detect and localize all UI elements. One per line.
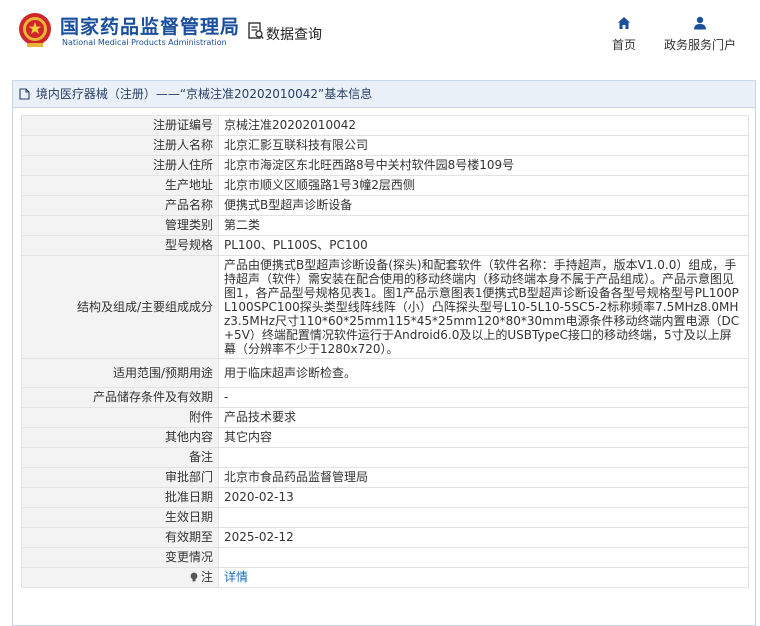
- user-icon: [694, 16, 706, 30]
- table-row: 产品名称 便携式B型超声诊断设备: [21, 195, 749, 216]
- row-value: 2020-02-13: [218, 487, 749, 508]
- row-value: 产品技术要求: [218, 407, 749, 428]
- table-row: 审批部门 北京市食品药品监督管理局: [21, 467, 749, 488]
- table-row: 结构及组成/主要组成成分 产品由便携式B型超声诊断设备(探头)和配套软件（软件名称…: [21, 255, 749, 359]
- row-value: 京械注准20202010042: [218, 115, 749, 136]
- site-header: 国家药品监督管理局 National Medical Products Admi…: [0, 0, 760, 66]
- row-label: 结构及组成/主要组成成分: [21, 255, 219, 359]
- row-label: 注册人住所: [21, 155, 219, 176]
- table-row: 型号规格 PL100、PL100S、PC100: [21, 235, 749, 256]
- row-label: 型号规格: [21, 235, 219, 256]
- table-row: 管理类别 第二类: [21, 215, 749, 236]
- table-row: 生产地址 北京市顺义区顺强路1号3幢2层西侧: [21, 175, 749, 196]
- row-label: 管理类别: [21, 215, 219, 236]
- row-value: 2025-02-12: [218, 527, 749, 548]
- table-row: 注册人住所 北京市海淀区东北旺西路8号中关村软件园8号楼109号: [21, 155, 749, 176]
- row-label: 产品名称: [21, 195, 219, 216]
- row-label: 生产地址: [21, 175, 219, 196]
- detail-panel: 境内医疗器械（注册）——“京械注准20202010042”基本信息 注册证编号京…: [12, 80, 756, 626]
- row-value: 便携式B型超声诊断设备: [218, 195, 749, 216]
- note-value-cell: 详情: [218, 567, 749, 588]
- note-label-cell: 注: [21, 567, 219, 588]
- table-row-note: 注详情: [21, 567, 749, 588]
- row-label: 生效日期: [21, 507, 219, 528]
- table-row: 注册证编号 京械注准20202010042: [21, 115, 749, 136]
- nav-service-portal[interactable]: 政务服务门户: [660, 16, 740, 53]
- row-value: 用于临床超声诊断检查。: [218, 358, 749, 388]
- row-value: 北京市顺义区顺强路1号3幢2层西侧: [218, 175, 749, 196]
- site-name-cn[interactable]: 国家药品监督管理局: [60, 12, 240, 39]
- row-value: 北京汇影互联科技有限公司: [218, 135, 749, 156]
- table-row: 附件 产品技术要求: [21, 407, 749, 428]
- device-info-table: 注册证编号 京械注准20202010042 注册人名称 北京汇影互联科技有限公司 注册人…: [21, 115, 749, 588]
- row-value: -: [218, 387, 749, 408]
- row-label: 注册人名称: [21, 135, 219, 156]
- row-label: 注册证编号: [21, 115, 219, 136]
- site-name-en: National Medical Products Administration: [62, 38, 227, 47]
- table-row: 批准日期 2020-02-13: [21, 487, 749, 508]
- row-label: 附件: [21, 407, 219, 428]
- note-label: 注: [200, 570, 213, 584]
- table-row: 产品储存条件及有效期 -: [21, 387, 749, 408]
- row-label: 产品储存条件及有效期: [21, 387, 219, 408]
- row-value: 其它内容: [218, 427, 749, 448]
- row-label: 审批部门: [21, 467, 219, 488]
- row-label: 变更情况: [21, 547, 219, 568]
- data-query-link[interactable]: 数据查询: [266, 24, 322, 44]
- bulb-icon: [190, 572, 198, 582]
- data-query-icon[interactable]: [248, 22, 264, 40]
- panel-header: 境内医疗器械（注册）——“京械注准20202010042”基本信息: [13, 81, 755, 108]
- row-value: 第二类: [218, 215, 749, 236]
- table-row: 其他内容 其它内容: [21, 427, 749, 448]
- nav-home[interactable]: 首页: [608, 16, 640, 53]
- detail-link[interactable]: 详情: [224, 570, 248, 584]
- row-value: 产品由便携式B型超声诊断设备(探头)和配套软件（软件名称：手持超声，版本V1.0…: [218, 255, 749, 359]
- row-label: 适用范围/预期用途: [21, 358, 219, 388]
- home-icon: [618, 17, 630, 29]
- row-value: PL100、PL100S、PC100: [218, 235, 749, 256]
- table-row: 生效日期: [21, 507, 749, 528]
- table-row: 注册人名称 北京汇影互联科技有限公司: [21, 135, 749, 156]
- row-label: 备注: [21, 447, 219, 468]
- row-value: [218, 447, 749, 468]
- row-value: [218, 507, 749, 528]
- nav-service-portal-label: 政务服务门户: [663, 38, 736, 52]
- row-label: 有效期至: [21, 527, 219, 548]
- table-row: 有效期至 2025-02-12: [21, 527, 749, 548]
- table-row: 适用范围/预期用途 用于临床超声诊断检查。: [21, 358, 749, 388]
- national-emblem-icon: [19, 13, 51, 47]
- row-value: 北京市食品药品监督管理局: [218, 467, 749, 488]
- document-icon: [19, 88, 30, 100]
- row-value: 北京市海淀区东北旺西路8号中关村软件园8号楼109号: [218, 155, 749, 176]
- row-label: 批准日期: [21, 487, 219, 508]
- row-value: [218, 547, 749, 568]
- nav-home-label: 首页: [611, 38, 636, 52]
- table-row: 备注: [21, 447, 749, 468]
- table-row: 变更情况: [21, 547, 749, 568]
- row-label: 其他内容: [21, 427, 219, 448]
- panel-title: 境内医疗器械（注册）——“京械注准20202010042”基本信息: [35, 87, 373, 101]
